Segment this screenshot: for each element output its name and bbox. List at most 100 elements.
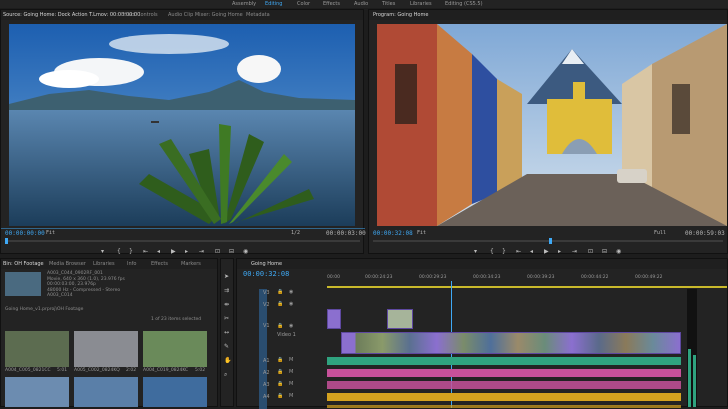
tab-audio-clip-mixer[interactable]: Audio Clip Mixer: Going Home xyxy=(168,12,243,18)
audio-clip-a2[interactable] xyxy=(327,369,681,377)
tab-bin-oh-footage[interactable]: Bin: OH Footage xyxy=(3,261,44,267)
video-clip[interactable] xyxy=(387,309,413,329)
mute-icon[interactable]: M xyxy=(289,369,293,375)
source-playhead[interactable] xyxy=(5,238,8,244)
audio-clip-a3[interactable] xyxy=(327,381,681,389)
track-header-a3[interactable]: A3 🔒 M xyxy=(237,381,319,390)
export-frame-icon[interactable]: ◉ xyxy=(243,248,248,255)
zoom-tool-icon[interactable]: ⌕ xyxy=(224,371,227,379)
bin-thumbnail[interactable] xyxy=(74,331,138,367)
tab-libraries[interactable]: Libraries xyxy=(93,261,115,267)
source-timecode-current[interactable]: 00:00:00:00 xyxy=(5,230,45,237)
lift-icon[interactable]: ⊡ xyxy=(588,248,593,255)
workspace-tab-audio[interactable]: Audio xyxy=(354,1,368,7)
go-to-out-icon[interactable]: ⇥ xyxy=(572,248,577,255)
tab-program[interactable]: Program: Going Home xyxy=(373,12,428,18)
program-playhead[interactable] xyxy=(549,238,552,244)
mute-icon[interactable]: M xyxy=(289,393,293,399)
source-resolution-select[interactable]: 1/2 xyxy=(291,230,300,236)
mark-in-icon[interactable]: { xyxy=(117,248,121,255)
source-video-frame xyxy=(9,24,355,226)
thumb-name: A004_C005_0821CC xyxy=(5,368,51,373)
lock-icon[interactable]: 🔒 xyxy=(277,381,283,387)
bin-thumbnail[interactable] xyxy=(5,377,69,407)
slip-tool-icon[interactable]: ↔ xyxy=(224,329,229,336)
bin-path: Going Home_v1.prproj\OH Footage xyxy=(5,307,84,312)
tab-media-browser[interactable]: Media Browser xyxy=(49,261,86,267)
lock-icon[interactable]: 🔒 xyxy=(277,301,283,307)
bin-thumbnail[interactable] xyxy=(143,377,207,407)
mark-in-icon[interactable]: { xyxy=(490,248,494,255)
track-header-v1[interactable]: V1 🔒 ◉ Video 1 xyxy=(237,315,319,343)
work-area-bar[interactable] xyxy=(327,286,727,288)
play-icon[interactable]: ▶ xyxy=(171,248,176,255)
play-icon[interactable]: ▶ xyxy=(544,248,549,255)
source-scrub-bar[interactable] xyxy=(5,240,360,242)
marker-icon[interactable]: ▾ xyxy=(474,248,477,255)
source-fit-select[interactable]: Fit xyxy=(46,230,55,236)
audio-clip-a4[interactable] xyxy=(327,393,681,401)
tab-effect-controls[interactable]: Effect Controls xyxy=(121,12,158,18)
timeline-timecode[interactable]: 00:00:32:08 xyxy=(243,270,289,278)
mark-out-icon[interactable]: } xyxy=(502,248,506,255)
step-back-icon[interactable]: ◂ xyxy=(157,248,160,255)
selection-tool-icon[interactable]: ➤ xyxy=(224,273,229,280)
go-to-in-icon[interactable]: ⇤ xyxy=(143,248,148,255)
track-header-a1[interactable]: A1 🔒 M xyxy=(237,357,319,366)
ripple-edit-tool-icon[interactable]: ⇹ xyxy=(224,301,229,308)
hand-tool-icon[interactable]: ✋ xyxy=(224,357,231,364)
go-to-out-icon[interactable]: ⇥ xyxy=(199,248,204,255)
lock-icon[interactable]: 🔒 xyxy=(277,289,283,295)
pen-tool-icon[interactable]: ✎ xyxy=(224,343,229,350)
mute-icon[interactable]: M xyxy=(289,381,293,387)
workspace-tab-libraries[interactable]: Libraries xyxy=(410,1,432,7)
program-timecode-current[interactable]: 00:00:32:08 xyxy=(373,230,413,237)
lock-icon[interactable]: 🔒 xyxy=(277,323,283,329)
workspace-tab-titles[interactable]: Titles xyxy=(382,1,395,7)
track-select-tool-icon[interactable]: ⇉ xyxy=(224,287,229,294)
video-clip[interactable] xyxy=(327,309,341,329)
bin-thumbnail[interactable] xyxy=(5,331,69,367)
extract-icon[interactable]: ⊟ xyxy=(602,248,607,255)
insert-icon[interactable]: ⊡ xyxy=(215,248,220,255)
tab-source[interactable]: Source: Going Home: Dock Action T.Lmov: … xyxy=(3,12,140,18)
tab-sequence-going-home[interactable]: Going Home xyxy=(251,261,282,267)
workspace-tab-color[interactable]: Color xyxy=(297,1,310,7)
eye-icon[interactable]: ◉ xyxy=(289,323,293,329)
audio-clip-a1[interactable] xyxy=(327,357,681,365)
program-scrub-bar[interactable] xyxy=(373,240,723,242)
workspace-tab-editing[interactable]: Editing xyxy=(265,1,282,7)
razor-tool-icon[interactable]: ✂ xyxy=(224,315,229,322)
workspace-tab-effects[interactable]: Effects xyxy=(323,1,340,7)
track-header-a2[interactable]: A2 🔒 M xyxy=(237,369,319,378)
track-header-a4[interactable]: A4 🔒 M xyxy=(237,393,319,402)
track-header-v2[interactable]: V2 🔒 ◉ xyxy=(237,301,319,310)
workspace-tab-assembly[interactable]: Assembly xyxy=(232,1,256,7)
program-resolution-select[interactable]: Full xyxy=(654,230,666,236)
mute-icon[interactable]: M xyxy=(289,357,293,363)
marker-icon[interactable]: ▾ xyxy=(101,248,104,255)
track-header-v3[interactable]: V3 🔒 ◉ xyxy=(237,289,319,298)
overwrite-icon[interactable]: ⊟ xyxy=(229,248,234,255)
step-back-icon[interactable]: ◂ xyxy=(530,248,533,255)
video-clip-sequence-v1[interactable] xyxy=(341,332,681,354)
tab-effects[interactable]: Effects xyxy=(151,261,168,267)
lock-icon[interactable]: 🔒 xyxy=(277,357,283,363)
step-forward-icon[interactable]: ▸ xyxy=(185,248,188,255)
lock-icon[interactable]: 🔒 xyxy=(277,369,283,375)
time-ruler[interactable]: 00:00 00:00:24:23 00:00:29:23 00:00:34:2… xyxy=(327,273,727,283)
eye-icon[interactable]: ◉ xyxy=(289,301,293,307)
bin-thumbnail[interactable] xyxy=(74,377,138,407)
program-fit-select[interactable]: Fit xyxy=(417,230,426,236)
eye-icon[interactable]: ◉ xyxy=(289,289,293,295)
export-frame-icon[interactable]: ◉ xyxy=(616,248,621,255)
tab-markers[interactable]: Markers xyxy=(181,261,201,267)
tab-metadata[interactable]: Metadata xyxy=(246,12,270,18)
go-to-in-icon[interactable]: ⇤ xyxy=(516,248,521,255)
bin-thumbnail[interactable] xyxy=(143,331,207,367)
tab-info[interactable]: Info xyxy=(127,261,136,267)
step-forward-icon[interactable]: ▸ xyxy=(558,248,561,255)
workspace-tab-editing-cs55[interactable]: Editing (CS5.5) xyxy=(445,1,483,7)
lock-icon[interactable]: 🔒 xyxy=(277,393,283,399)
mark-out-icon[interactable]: } xyxy=(129,248,133,255)
